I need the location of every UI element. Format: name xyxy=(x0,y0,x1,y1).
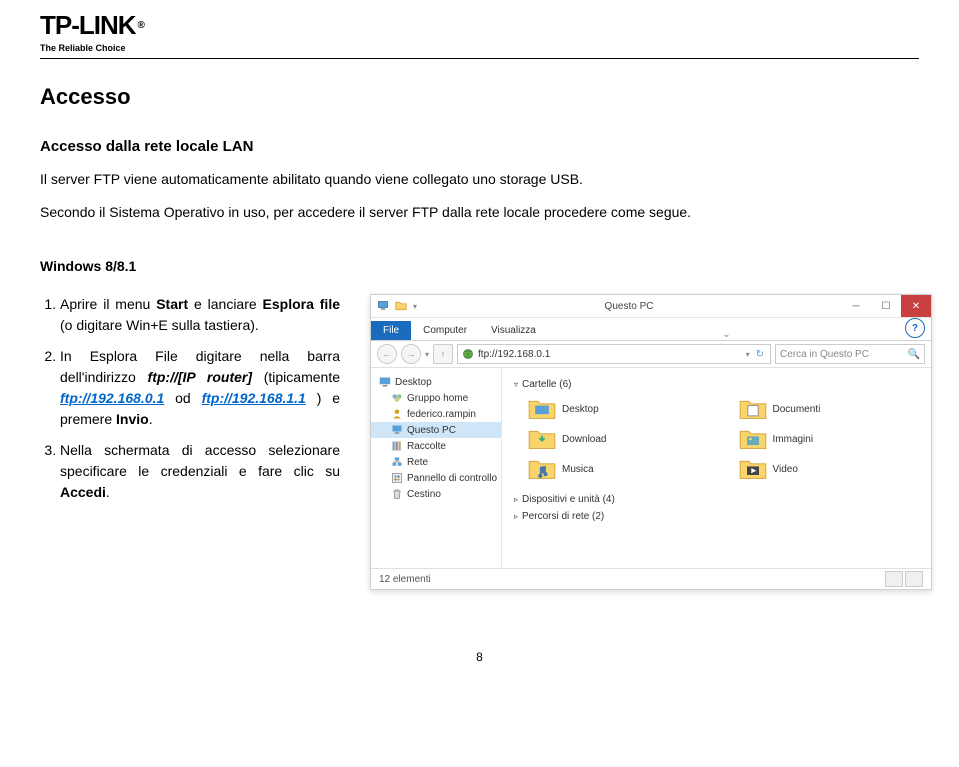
address-text: ftp://192.168.0.1 xyxy=(478,349,550,360)
folder-download[interactable]: Download xyxy=(528,427,709,451)
chevron-down-icon: ▿ xyxy=(514,380,518,389)
sidebar-item-controlpanel[interactable]: Pannello di controllo xyxy=(371,470,501,486)
desktop-icon xyxy=(379,376,391,388)
ftp-link-1[interactable]: ftp://192.168.0.1 xyxy=(60,390,164,406)
folder-desktop[interactable]: Desktop xyxy=(528,397,709,421)
intro-paragraph-2: Secondo il Sistema Operativo in uso, per… xyxy=(40,202,919,223)
brand-logo: TP-LINK® xyxy=(40,10,919,41)
address-dropdown-icon[interactable]: ▾ xyxy=(746,350,750,359)
tab-file[interactable]: File xyxy=(371,321,411,340)
page-title: Accesso xyxy=(40,84,919,110)
address-bar[interactable]: ftp://192.168.0.1 ▾ ↻ xyxy=(457,344,771,364)
nav-forward-button[interactable]: → xyxy=(401,344,421,364)
status-bar: 12 elementi xyxy=(371,568,931,589)
tab-visualizza[interactable]: Visualizza xyxy=(479,321,548,340)
os-heading: Windows 8/8.1 xyxy=(40,258,919,274)
sidebar-item-desktop[interactable]: Desktop xyxy=(371,374,501,390)
brand-header: TP-LINK® The Reliable Choice xyxy=(40,0,919,59)
folder-icon xyxy=(528,397,556,421)
pc-icon xyxy=(391,424,403,436)
status-text: 12 elementi xyxy=(379,574,431,585)
brand-tagline: The Reliable Choice xyxy=(40,43,919,53)
folder-icon xyxy=(739,397,767,421)
folder-documents[interactable]: Documenti xyxy=(739,397,920,421)
close-button[interactable]: ✕ xyxy=(901,295,931,317)
chevron-right-icon: ▹ xyxy=(514,512,518,521)
nav-up-button[interactable]: ↑ xyxy=(433,344,453,364)
help-icon[interactable]: ? xyxy=(905,318,925,338)
user-icon xyxy=(391,408,403,420)
section-netpaths[interactable]: ▹ Percorsi di rete (2) xyxy=(514,508,919,525)
sidebar-item-thispc[interactable]: Questo PC xyxy=(371,422,501,438)
intro-paragraph-1: Il server FTP viene automaticamente abil… xyxy=(40,169,919,190)
step-1: Aprire il menu Start e lanciare Esplora … xyxy=(60,294,340,336)
window-titlebar: ▾ Questo PC ─ ☐ ✕ xyxy=(371,295,931,318)
globe-icon xyxy=(462,348,474,360)
search-input[interactable]: Cerca in Questo PC 🔍 xyxy=(775,344,925,364)
sidebar-item-user[interactable]: federico.rampin xyxy=(371,406,501,422)
explorer-screenshot: ▾ Questo PC ─ ☐ ✕ File Computer Visualiz… xyxy=(370,294,932,590)
network-icon xyxy=(391,456,403,468)
view-details-button[interactable] xyxy=(885,571,903,587)
folder-icon xyxy=(739,427,767,451)
folder-icon xyxy=(739,457,767,481)
view-icons-button[interactable] xyxy=(905,571,923,587)
folder-icon xyxy=(528,427,556,451)
section-folders[interactable]: ▿ Cartelle (6) xyxy=(514,376,919,393)
nav-history-icon[interactable]: ▾ xyxy=(425,350,429,359)
step-3: Nella schermata di accesso selezionare s… xyxy=(60,440,340,503)
maximize-button[interactable]: ☐ xyxy=(871,295,901,317)
trash-icon xyxy=(391,488,403,500)
address-toolbar: ← → ▾ ↑ ftp://192.168.0.1 ▾ ↻ Cerca in Q… xyxy=(371,341,931,368)
section-subtitle: Accesso dalla rete locale LAN xyxy=(40,138,919,155)
sidebar-item-homegroup[interactable]: Gruppo home xyxy=(371,390,501,406)
libraries-icon xyxy=(391,440,403,452)
explorer-main: ▿ Cartelle (6) Desktop Documenti xyxy=(502,368,931,568)
search-icon: 🔍 xyxy=(908,349,920,360)
folder-images[interactable]: Immagini xyxy=(739,427,920,451)
ribbon-tabs: File Computer Visualizza ⌄ ? xyxy=(371,318,931,341)
page-number: 8 xyxy=(40,650,919,664)
nav-back-button[interactable]: ← xyxy=(377,344,397,364)
explorer-sidebar: Desktop Gruppo home federico.rampin xyxy=(371,368,502,568)
search-placeholder: Cerca in Questo PC xyxy=(780,349,869,360)
refresh-icon[interactable]: ↻ xyxy=(754,349,766,360)
instruction-list: Aprire il menu Start e lanciare Esplora … xyxy=(40,294,340,503)
homegroup-icon xyxy=(391,392,403,404)
ribbon-expand-icon[interactable]: ⌄ xyxy=(716,329,736,340)
step-2: In Esplora File digitare nella barra del… xyxy=(60,346,340,430)
minimize-button[interactable]: ─ xyxy=(841,295,871,317)
tab-computer[interactable]: Computer xyxy=(411,321,479,340)
sidebar-item-network[interactable]: Rete xyxy=(371,454,501,470)
folder-icon xyxy=(528,457,556,481)
pc-icon xyxy=(377,300,389,312)
section-devices[interactable]: ▹ Dispositivi e unità (4) xyxy=(514,491,919,508)
folder-music[interactable]: Musica xyxy=(528,457,709,481)
window-title: Questo PC xyxy=(417,301,841,312)
sidebar-item-libraries[interactable]: Raccolte xyxy=(371,438,501,454)
folder-icon xyxy=(395,300,407,312)
sidebar-item-trash[interactable]: Cestino xyxy=(371,486,501,502)
folder-video[interactable]: Video xyxy=(739,457,920,481)
controlpanel-icon xyxy=(391,472,403,484)
chevron-right-icon: ▹ xyxy=(514,495,518,504)
ftp-link-2[interactable]: ftp://192.168.1.1 xyxy=(202,390,306,406)
